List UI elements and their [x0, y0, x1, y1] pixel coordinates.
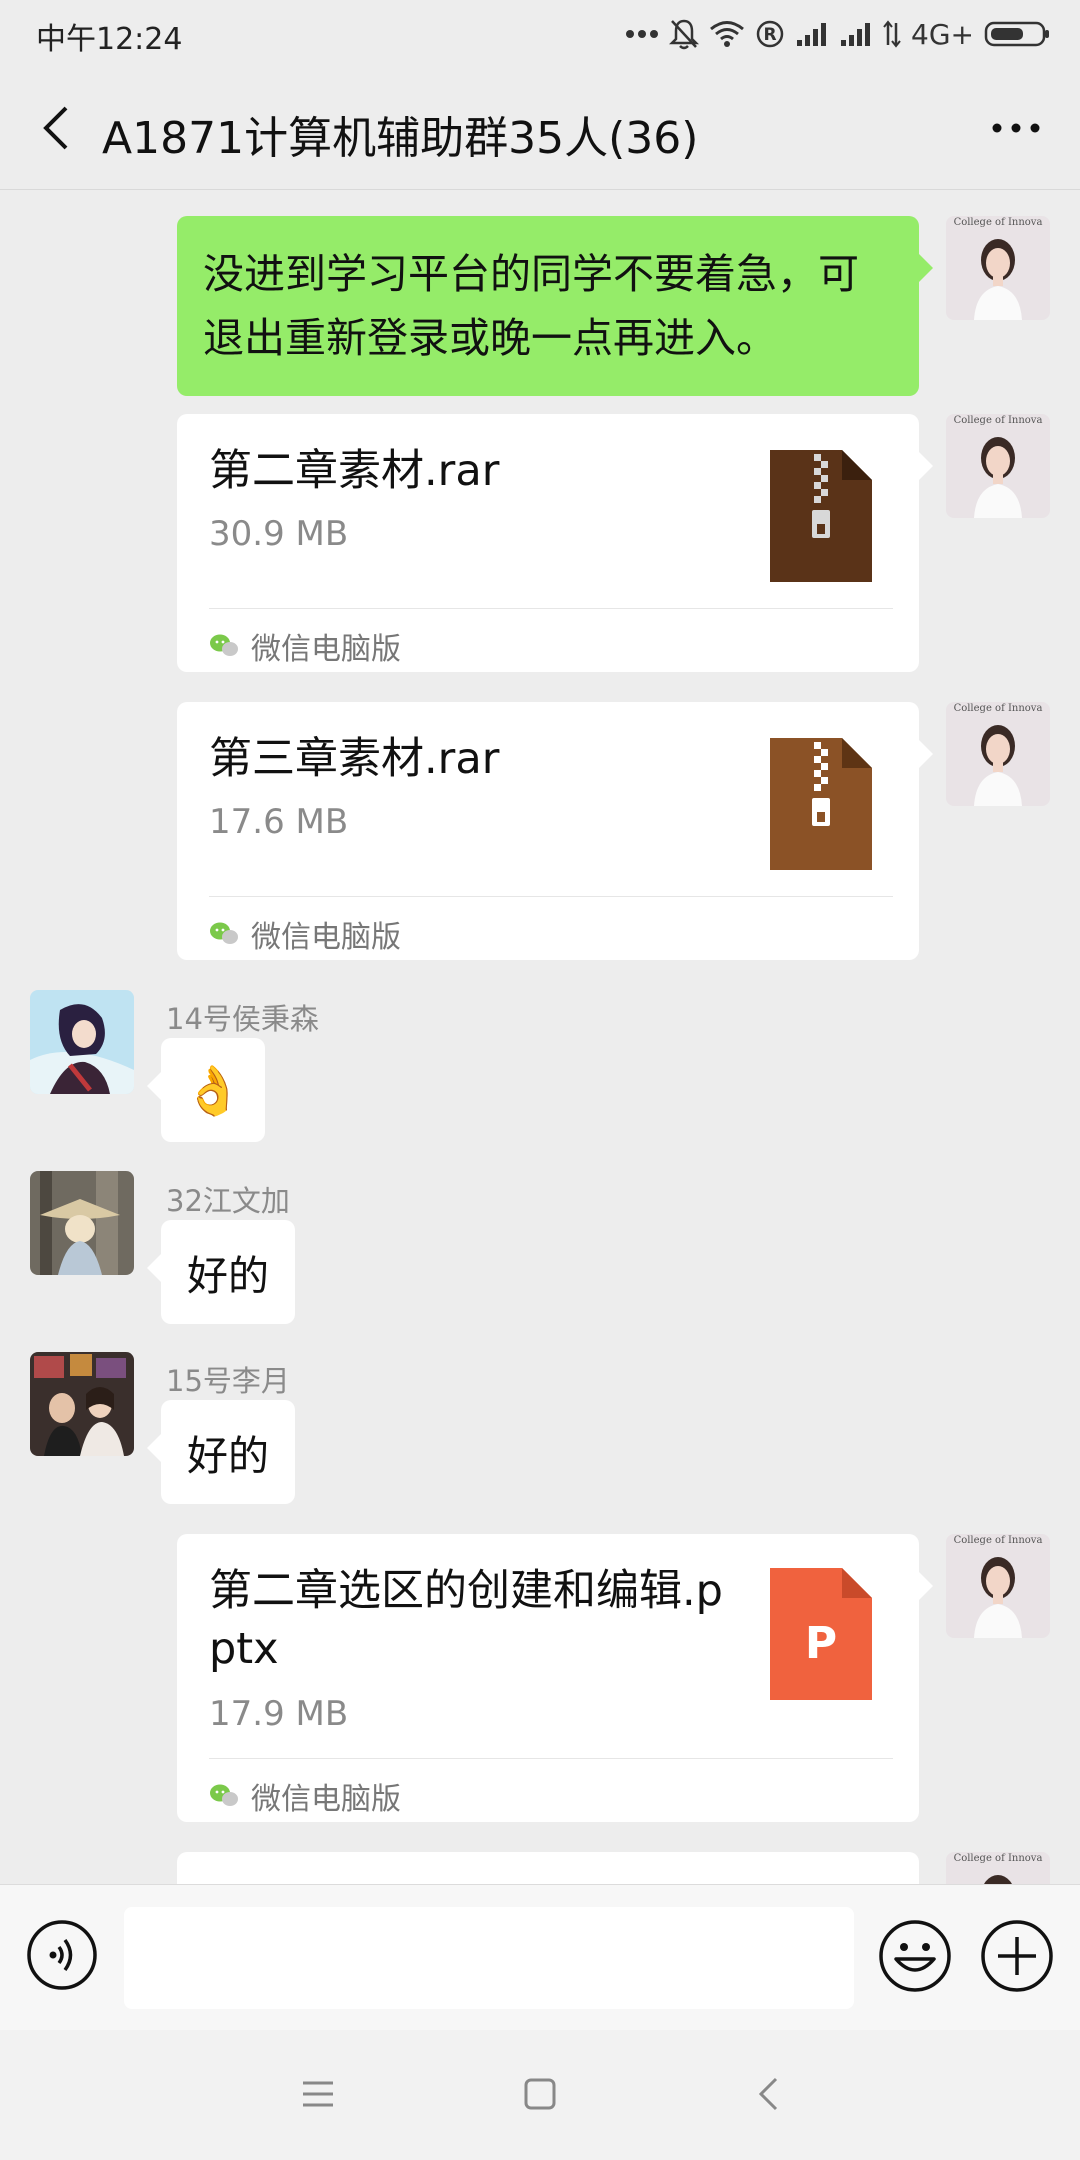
- signal-1-icon: [795, 20, 829, 48]
- sender-name: 14号侯秉森: [166, 1002, 319, 1036]
- avatar-caption: College of Innova: [954, 217, 1043, 228]
- emoji-button[interactable]: [878, 1919, 952, 1993]
- avatar-self[interactable]: College of Innova: [946, 216, 1050, 320]
- anime-character-avatar: [30, 990, 134, 1094]
- back-arrow-icon: [43, 106, 68, 150]
- file-source-label: 微信电脑版: [251, 632, 401, 667]
- message-input-bar: [0, 1884, 1080, 2030]
- voice-input-button[interactable]: [26, 1919, 98, 1991]
- emoji-message-bubble[interactable]: 👌: [147, 1038, 265, 1142]
- file-source-label: 微信电脑版: [251, 1782, 401, 1817]
- teacher-photo-avatar: College of Innova: [946, 414, 1050, 518]
- teacher-photo-avatar: College of Innova: [946, 1852, 1050, 1884]
- system-back-button[interactable]: [738, 2064, 798, 2124]
- avatar-member[interactable]: [30, 1171, 134, 1275]
- message-bubble-other[interactable]: 好的: [147, 1400, 295, 1504]
- two-people-photo-avatar: [30, 1352, 134, 1456]
- voice-icon: [27, 1920, 97, 1990]
- network-type: 4G+: [911, 17, 974, 51]
- plus-circle-icon: [981, 1920, 1053, 1992]
- more-notifications-icon: [625, 29, 659, 39]
- registered-icon: R: [755, 19, 785, 49]
- file-source: 微信电脑版: [209, 1774, 401, 1818]
- data-transfer-icon: [883, 19, 901, 49]
- back-chevron-icon: [758, 2077, 778, 2111]
- back-button[interactable]: [26, 96, 86, 160]
- file-message-card[interactable]: 第三章素材.rar 17.6 MB 微信电脑版: [177, 702, 933, 960]
- teacher-photo-avatar: College of Innova: [946, 216, 1050, 320]
- sender-name: 32江文加: [166, 1184, 290, 1218]
- home-button[interactable]: [510, 2064, 570, 2124]
- ok-hand-emoji: 👌: [183, 1062, 243, 1119]
- file-size: 17.6 MB: [209, 802, 349, 842]
- wifi-icon: [709, 20, 745, 48]
- file-size: 17.9 MB: [209, 1694, 349, 1734]
- file-message-card[interactable]: 第二章素材.rar 30.9 MB 微信电脑版: [177, 414, 933, 672]
- zip-archive-icon: [770, 450, 872, 582]
- status-icons: R 4G+: [625, 14, 1050, 54]
- message-text: 好的: [187, 1252, 269, 1300]
- file-card-divider: [209, 896, 893, 897]
- file-card-divider: [209, 608, 893, 609]
- wechat-logo-icon: [210, 922, 238, 944]
- home-square-icon: [524, 2078, 556, 2110]
- system-navigation-bar: [0, 2030, 1080, 2160]
- avatar-self[interactable]: College of Innova: [946, 414, 1050, 518]
- more-functions-button[interactable]: [980, 1919, 1054, 1993]
- more-dots-icon: [992, 123, 1040, 133]
- file-card-divider: [209, 1758, 893, 1759]
- status-time: 中午12:24: [36, 22, 183, 57]
- message-text-input[interactable]: [124, 1907, 854, 2009]
- message-text: 没进到学习平台的同学不要着急，可退出重新登录或晚一点再进入。: [203, 250, 859, 362]
- status-bar: 中午12:24 R 4G+: [0, 0, 1080, 66]
- file-source-label: 微信电脑版: [251, 920, 401, 955]
- file-icon-letter: P: [805, 1618, 837, 1669]
- sender-name: 15号李月: [166, 1364, 290, 1398]
- recent-apps-button[interactable]: [288, 2064, 348, 2124]
- chat-header: A1871计算机辅助群35人(36): [0, 66, 1080, 190]
- file-name: 第二章素材.rar: [209, 446, 500, 496]
- shiba-straw-hat-avatar: [30, 1171, 134, 1275]
- wechat-logo-icon: [210, 634, 238, 656]
- avatar-caption: College of Innova: [954, 1853, 1043, 1864]
- file-source: 微信电脑版: [209, 624, 401, 668]
- wechat-logo-icon: [210, 1784, 238, 1806]
- teacher-photo-avatar: College of Innova: [946, 1534, 1050, 1638]
- message-bubble-other[interactable]: 好的: [147, 1220, 295, 1324]
- message-text: 好的: [187, 1432, 269, 1480]
- message-bubble-self[interactable]: 没进到学习平台的同学不要着急，可退出重新登录或晚一点再进入。: [177, 216, 933, 396]
- zip-archive-icon: [770, 738, 872, 870]
- signal-2-icon: [839, 20, 873, 48]
- more-options-button[interactable]: [976, 96, 1056, 160]
- file-size: 30.9 MB: [209, 514, 349, 554]
- chat-message-list[interactable]: 没进到学习平台的同学不要着急，可退出重新登录或晚一点再进入。 College o…: [0, 190, 1080, 1884]
- mute-bell-icon: [669, 18, 700, 50]
- file-name: 第三章素材.rar: [209, 734, 500, 784]
- powerpoint-file-icon: P: [770, 1568, 872, 1700]
- smiley-icon: [879, 1920, 951, 1992]
- avatar-self[interactable]: College of Innova: [946, 702, 1050, 806]
- avatar-caption: College of Innova: [954, 415, 1043, 426]
- battery-icon: [984, 20, 1050, 48]
- chat-title: A1871计算机辅助群35人(36): [102, 113, 699, 164]
- avatar-member[interactable]: [30, 990, 134, 1094]
- file-source: 微信电脑版: [209, 912, 401, 956]
- avatar-caption: College of Innova: [954, 1535, 1043, 1546]
- file-message-card[interactable]: 第二章选区的创建和编辑.pptx 17.9 MB P 微信电脑版: [177, 1534, 933, 1822]
- avatar-caption: College of Innova: [954, 703, 1043, 714]
- svg-text:R: R: [763, 25, 776, 45]
- file-name: 第二章选区的创建和编辑.pptx: [209, 1566, 723, 1674]
- avatar-self[interactable]: College of Innova: [946, 1852, 1050, 1884]
- teacher-photo-avatar: College of Innova: [946, 702, 1050, 806]
- menu-lines-icon: [303, 2081, 333, 2107]
- avatar-self[interactable]: College of Innova: [946, 1534, 1050, 1638]
- avatar-member[interactable]: [30, 1352, 134, 1456]
- file-message-card-partial[interactable]: [177, 1852, 919, 1884]
